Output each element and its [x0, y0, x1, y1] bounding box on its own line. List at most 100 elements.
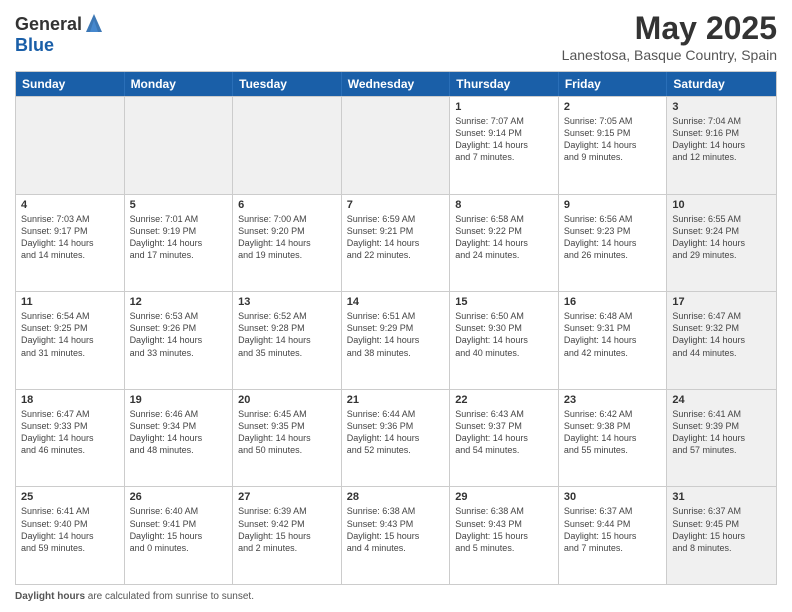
cell-line: Sunrise: 6:41 AM: [21, 505, 119, 517]
subtitle: Lanestosa, Basque Country, Spain: [562, 47, 777, 63]
cell-line: Sunrise: 6:45 AM: [238, 408, 336, 420]
cell-line: and 24 minutes.: [455, 249, 553, 261]
cal-cell-3-2: 20Sunrise: 6:45 AMSunset: 9:35 PMDayligh…: [233, 390, 342, 487]
cell-line: Sunset: 9:36 PM: [347, 420, 445, 432]
cal-cell-1-1: 5Sunrise: 7:01 AMSunset: 9:19 PMDaylight…: [125, 195, 234, 292]
cell-line: and 38 minutes.: [347, 347, 445, 359]
cell-line: Sunrise: 6:40 AM: [130, 505, 228, 517]
cell-line: Sunset: 9:37 PM: [455, 420, 553, 432]
cell-line: and 33 minutes.: [130, 347, 228, 359]
header-day-friday: Friday: [559, 72, 668, 96]
cell-line: Sunrise: 6:39 AM: [238, 505, 336, 517]
cell-line: Daylight: 14 hours: [455, 139, 553, 151]
cell-line: Sunset: 9:42 PM: [238, 518, 336, 530]
cell-line: Daylight: 15 hours: [130, 530, 228, 542]
cal-cell-4-4: 29Sunrise: 6:38 AMSunset: 9:43 PMDayligh…: [450, 487, 559, 584]
cell-line: Sunset: 9:15 PM: [564, 127, 662, 139]
cell-line: Daylight: 14 hours: [347, 432, 445, 444]
cal-cell-0-0: [16, 97, 125, 194]
cell-line: Sunset: 9:34 PM: [130, 420, 228, 432]
cal-cell-2-2: 13Sunrise: 6:52 AMSunset: 9:28 PMDayligh…: [233, 292, 342, 389]
footer: Daylight hours are calculated from sunri…: [15, 591, 777, 602]
cell-line: Sunrise: 7:07 AM: [455, 115, 553, 127]
cell-line: and 35 minutes.: [238, 347, 336, 359]
cal-cell-2-5: 16Sunrise: 6:48 AMSunset: 9:31 PMDayligh…: [559, 292, 668, 389]
cal-cell-4-1: 26Sunrise: 6:40 AMSunset: 9:41 PMDayligh…: [125, 487, 234, 584]
header: General Blue May 2025 Lanestosa, Basque …: [15, 10, 777, 63]
logo-blue: Blue: [15, 36, 104, 56]
cal-cell-4-2: 27 Sunrise: 6:39 AMSunset: 9:42 PMDayligh…: [233, 487, 342, 584]
cell-line: Sunset: 9:20 PM: [238, 225, 336, 237]
cal-cell-2-4: 15Sunrise: 6:50 AMSunset: 9:30 PMDayligh…: [450, 292, 559, 389]
cell-line: Daylight: 14 hours: [672, 139, 771, 151]
cell-line: and 22 minutes.: [347, 249, 445, 261]
header-day-tuesday: Tuesday: [233, 72, 342, 96]
cal-cell-4-5: 30Sunrise: 6:37 AMSunset: 9:44 PMDayligh…: [559, 487, 668, 584]
calendar-row-0: 1Sunrise: 7:07 AMSunset: 9:14 PMDaylight…: [16, 96, 776, 194]
cell-line: and 14 minutes.: [21, 249, 119, 261]
cell-line: Sunset: 9:35 PM: [238, 420, 336, 432]
cell-line: Daylight: 14 hours: [564, 334, 662, 346]
cell-line: Daylight: 15 hours: [455, 530, 553, 542]
calendar-row-3: 18Sunrise: 6:47 AMSunset: 9:33 PMDayligh…: [16, 389, 776, 487]
cell-line: Daylight: 14 hours: [21, 334, 119, 346]
header-day-sunday: Sunday: [16, 72, 125, 96]
header-day-wednesday: Wednesday: [342, 72, 451, 96]
day-number: 27: [238, 491, 336, 503]
cal-cell-1-6: 10Sunrise: 6:55 AMSunset: 9:24 PMDayligh…: [667, 195, 776, 292]
cal-cell-4-0: 25Sunrise: 6:41 AMSunset: 9:40 PMDayligh…: [16, 487, 125, 584]
cell-line: Sunset: 9:40 PM: [21, 518, 119, 530]
cell-line: Sunrise: 6:44 AM: [347, 408, 445, 420]
main-title: May 2025: [562, 10, 777, 47]
calendar-header: SundayMondayTuesdayWednesdayThursdayFrid…: [16, 72, 776, 96]
cell-line: Daylight: 14 hours: [564, 139, 662, 151]
day-number: 8: [455, 199, 553, 211]
cal-cell-2-3: 14Sunrise: 6:51 AMSunset: 9:29 PMDayligh…: [342, 292, 451, 389]
cell-line: Sunset: 9:17 PM: [21, 225, 119, 237]
cell-line: and 55 minutes.: [564, 444, 662, 456]
cal-cell-3-6: 24Sunrise: 6:41 AMSunset: 9:39 PMDayligh…: [667, 390, 776, 487]
cell-line: and 48 minutes.: [130, 444, 228, 456]
day-number: 1: [455, 101, 553, 113]
cell-line: Daylight: 14 hours: [238, 334, 336, 346]
cell-line: Sunrise: 6:58 AM: [455, 213, 553, 225]
cal-cell-3-1: 19Sunrise: 6:46 AMSunset: 9:34 PMDayligh…: [125, 390, 234, 487]
cell-line: Sunrise: 6:47 AM: [21, 408, 119, 420]
cell-line: and 50 minutes.: [238, 444, 336, 456]
cell-line: Sunset: 9:22 PM: [455, 225, 553, 237]
cal-cell-1-4: 8Sunrise: 6:58 AMSunset: 9:22 PMDaylight…: [450, 195, 559, 292]
cal-cell-0-3: [342, 97, 451, 194]
cell-line: and 7 minutes.: [564, 542, 662, 554]
cell-line: Sunset: 9:28 PM: [238, 322, 336, 334]
day-number: 3: [672, 101, 771, 113]
cell-line: Sunset: 9:43 PM: [455, 518, 553, 530]
day-number: 9: [564, 199, 662, 211]
cell-line: Sunset: 9:25 PM: [21, 322, 119, 334]
cell-line: Sunset: 9:26 PM: [130, 322, 228, 334]
cell-line: Sunrise: 6:41 AM: [672, 408, 771, 420]
cell-line: Daylight: 14 hours: [21, 237, 119, 249]
cell-line: Sunset: 9:38 PM: [564, 420, 662, 432]
cell-line: Daylight: 14 hours: [130, 237, 228, 249]
cal-cell-1-5: 9Sunrise: 6:56 AMSunset: 9:23 PMDaylight…: [559, 195, 668, 292]
header-day-monday: Monday: [125, 72, 234, 96]
day-number: 23: [564, 394, 662, 406]
cell-line: and 31 minutes.: [21, 347, 119, 359]
cell-line: Sunset: 9:44 PM: [564, 518, 662, 530]
cell-line: Sunset: 9:23 PM: [564, 225, 662, 237]
day-number: 19: [130, 394, 228, 406]
logo: General Blue: [15, 14, 104, 56]
cal-cell-4-3: 28Sunrise: 6:38 AMSunset: 9:43 PMDayligh…: [342, 487, 451, 584]
cell-line: Daylight: 15 hours: [238, 530, 336, 542]
cell-line: Sunrise: 6:38 AM: [455, 505, 553, 517]
cal-cell-4-6: 31Sunrise: 6:37 AMSunset: 9:45 PMDayligh…: [667, 487, 776, 584]
cell-line: and 40 minutes.: [455, 347, 553, 359]
cell-line: Sunrise: 6:37 AM: [672, 505, 771, 517]
cell-line: Sunset: 9:45 PM: [672, 518, 771, 530]
header-day-thursday: Thursday: [450, 72, 559, 96]
cell-line: Daylight: 14 hours: [21, 530, 119, 542]
cell-line: and 5 minutes.: [455, 542, 553, 554]
cell-line: and 17 minutes.: [130, 249, 228, 261]
cell-line: Daylight: 14 hours: [347, 334, 445, 346]
cell-line: Sunrise: 6:43 AM: [455, 408, 553, 420]
